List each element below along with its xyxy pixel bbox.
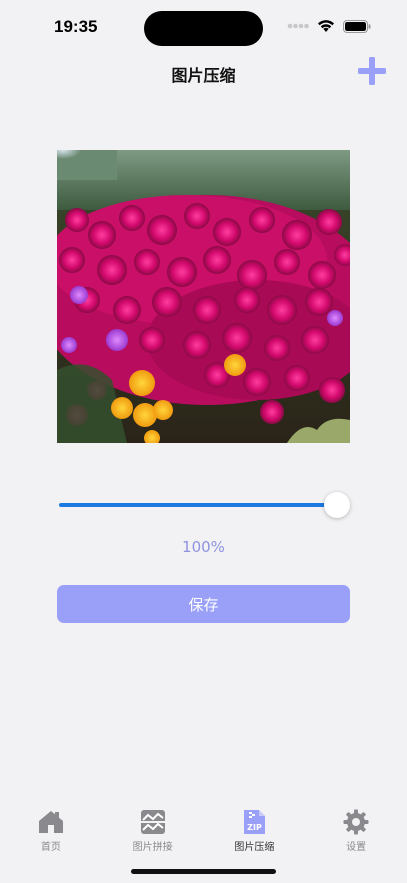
cellular-signal-icon [287, 23, 309, 29]
gear-icon [343, 809, 369, 835]
save-button[interactable]: 保存 [57, 585, 350, 623]
nav-bar: 图片压缩 [0, 56, 407, 90]
add-image-button[interactable] [357, 56, 387, 86]
plus-icon [358, 57, 386, 85]
svg-text:ZIP: ZIP [248, 823, 263, 832]
tab-image-compress[interactable]: ZIP 图片压缩 [204, 800, 306, 860]
home-indicator [131, 869, 276, 874]
zip-icon: ZIP [244, 810, 266, 834]
status-bar: 19:35 [0, 0, 407, 56]
quality-slider[interactable] [57, 490, 350, 520]
tab-bar: 首页 图片拼接 ZIP 图片压缩 设置 [0, 800, 407, 860]
flower-photo [57, 150, 350, 443]
preview-image [57, 150, 350, 443]
wifi-icon [318, 20, 334, 32]
status-indicators [287, 19, 371, 33]
tab-label-settings: 设置 [346, 842, 367, 853]
tab-settings[interactable]: 设置 [305, 800, 407, 860]
tab-label-image-stitch: 图片拼接 [132, 842, 173, 853]
battery-icon [343, 19, 371, 33]
page-title: 图片压缩 [171, 66, 236, 85]
slider-thumb[interactable] [324, 492, 350, 518]
image-stitch-icon [140, 810, 165, 834]
slider-track [59, 503, 338, 507]
home-icon [38, 811, 63, 833]
quality-percent-label: 100% [182, 538, 225, 556]
tab-image-stitch[interactable]: 图片拼接 [102, 800, 204, 860]
tab-home[interactable]: 首页 [0, 800, 102, 860]
status-time: 19:35 [54, 17, 98, 36]
tab-label-image-compress: 图片压缩 [234, 842, 275, 853]
dynamic-island [144, 11, 263, 46]
tab-label-home: 首页 [40, 842, 61, 853]
